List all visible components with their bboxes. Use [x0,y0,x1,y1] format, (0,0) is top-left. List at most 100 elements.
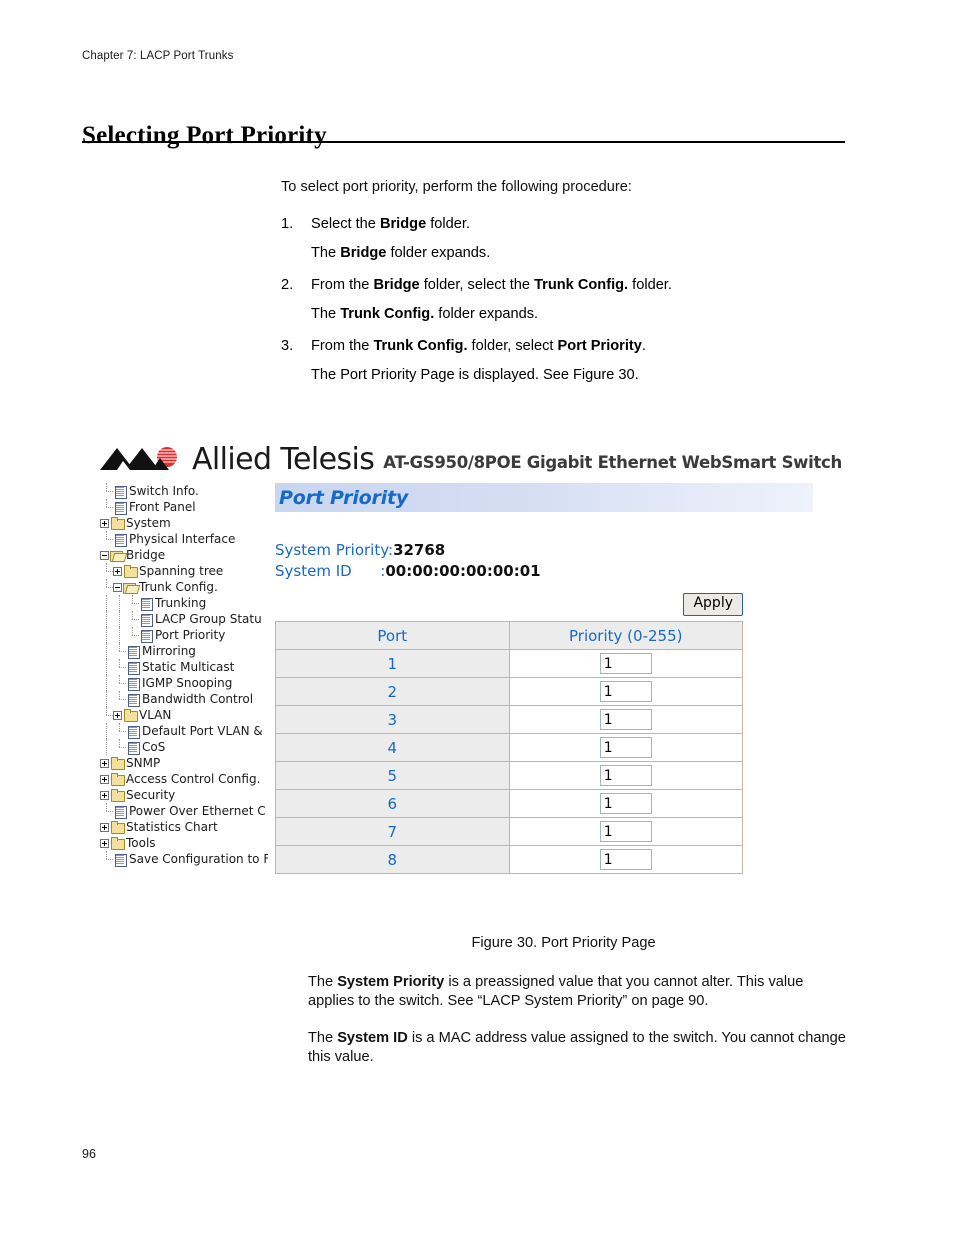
expand-icon[interactable] [113,710,122,720]
priority-input-port-4[interactable] [599,737,652,759]
tree-indent-guide [113,675,126,691]
priority-input-port-6[interactable] [599,793,652,815]
step-followup-text: The Bridge folder expands. [311,245,491,261]
system-priority-label: System Priority: [275,541,394,559]
priority-cell [508,789,743,818]
expand-icon[interactable] [113,566,122,576]
tree-item-statistics-chart[interactable]: Statistics Chart [100,819,268,835]
expand-icon[interactable] [100,774,109,784]
tree-item-mirroring[interactable]: Mirroring [100,643,268,659]
tree-indent-guide [113,643,126,659]
tree-item-static-multicast[interactable]: Static Multicast [100,659,268,675]
folder-icon [110,756,125,770]
tree-indent-guide [100,675,113,691]
apply-button[interactable]: Apply [683,593,743,616]
tree-item-security[interactable]: Security [100,787,268,803]
tree-item-label: Mirroring [142,644,196,658]
table-row: 7 [275,817,743,846]
figure-port-priority-page: Allied Telesis AT-GS950/8POE Gigabit Eth… [100,437,845,877]
tree-indent-guide [113,691,126,707]
priority-input-port-7[interactable] [599,821,652,843]
collapse-icon[interactable] [100,550,109,560]
folder-icon [110,516,125,530]
heading-divider [82,141,845,143]
tree-item-label: Trunk Config. [139,580,218,594]
brand-wordmark: Allied Telesis [192,442,375,477]
apply-row: Apply [275,593,743,616]
table-row: 2 [275,677,743,706]
tree-item-access-control-config[interactable]: Access Control Config. [100,771,268,787]
tree-indent-guide [113,611,126,627]
system-priority-row: System Priority: 32768 [275,540,845,561]
tree-indent-guide [100,851,113,867]
tree-item-front-panel[interactable]: Front Panel [100,499,268,515]
expand-icon[interactable] [100,838,109,848]
closing-paragraph: The System Priority is a preassigned val… [308,974,804,1009]
running-head: Chapter 7: LACP Port Trunks [82,50,234,62]
tree-item-port-priority[interactable]: Port Priority [100,627,268,643]
tree-item-power-over-ethernet-c[interactable]: Power Over Ethernet C [100,803,268,819]
expand-icon[interactable] [100,790,109,800]
step-number: 1. [281,216,294,232]
tree-item-switch-info[interactable]: Switch Info. [100,483,268,499]
column-header-port: Port [275,621,510,650]
tree-indent-guide [100,643,113,659]
tree-item-bandwidth-control[interactable]: Bandwidth Control [100,691,268,707]
priority-input-port-2[interactable] [599,681,652,703]
page-icon [126,661,141,675]
collapse-icon[interactable] [113,582,122,592]
tree-item-lacp-group-statu[interactable]: LACP Group Statu [100,611,268,627]
tree-item-save-configuration-to-f[interactable]: Save Configuration to F [100,851,268,867]
tree-item-snmp[interactable]: SNMP [100,755,268,771]
tree-indent-guide [100,531,113,547]
table-header-row: Port Priority (0-255) [275,621,743,650]
tree-item-default-port-vlan[interactable]: Default Port VLAN & [100,723,268,739]
step-followup-text: The Trunk Config. folder expands. [311,306,539,322]
tree-indent-guide [100,579,113,595]
tree-item-tools[interactable]: Tools [100,835,268,851]
page-title-bar: Port Priority [275,483,813,512]
expand-icon[interactable] [100,518,109,528]
priority-input-port-3[interactable] [599,709,652,731]
port-number-cell: 1 [275,649,510,678]
folder-open-icon [110,549,125,562]
priority-input-port-8[interactable] [599,849,652,871]
tree-indent-guide [113,595,126,611]
priority-cell [508,817,743,846]
page-icon [126,725,141,739]
system-id-value: 00:00:00:00:00:01 [385,562,541,580]
tree-item-vlan[interactable]: VLAN [100,707,268,723]
system-info-block: System Priority: 32768 System ID : 00:00… [275,540,845,582]
tree-indent-guide [100,611,113,627]
closing-paragraph: The System ID is a MAC address value ass… [308,1030,846,1065]
priority-input-port-5[interactable] [599,765,652,787]
tree-item-trunk-config[interactable]: Trunk Config. [100,579,268,595]
priority-cell [508,845,743,874]
tree-item-physical-interface[interactable]: Physical Interface [100,531,268,547]
tree-item-spanning-tree[interactable]: Spanning tree [100,563,268,579]
expand-icon[interactable] [100,758,109,768]
tree-item-label: VLAN [139,708,172,722]
priority-input-port-1[interactable] [599,653,652,675]
page-icon [126,741,141,755]
tree-indent-guide [100,707,113,723]
tree-item-label: Static Multicast [142,660,235,674]
allied-telesis-logo-icon [100,444,188,474]
tree-item-trunking[interactable]: Trunking [100,595,268,611]
page-icon [113,485,128,499]
tree-item-label: Switch Info. [129,484,199,498]
tree-item-system[interactable]: System [100,515,268,531]
tree-item-bridge[interactable]: Bridge [100,547,268,563]
intro-paragraph: To select port priority, perform the fol… [281,179,632,195]
page-icon [126,677,141,691]
page-icon [139,629,154,643]
table-row: 4 [275,733,743,762]
navigation-tree[interactable]: Switch Info. Front Panel System Physical In… [100,483,268,873]
tree-item-igmp-snooping[interactable]: IGMP Snooping [100,675,268,691]
tree-item-label: Front Panel [129,500,196,514]
priority-cell [508,649,743,678]
expand-icon[interactable] [100,822,109,832]
folder-icon [110,820,125,834]
priority-cell [508,677,743,706]
tree-item-cos[interactable]: CoS [100,739,268,755]
